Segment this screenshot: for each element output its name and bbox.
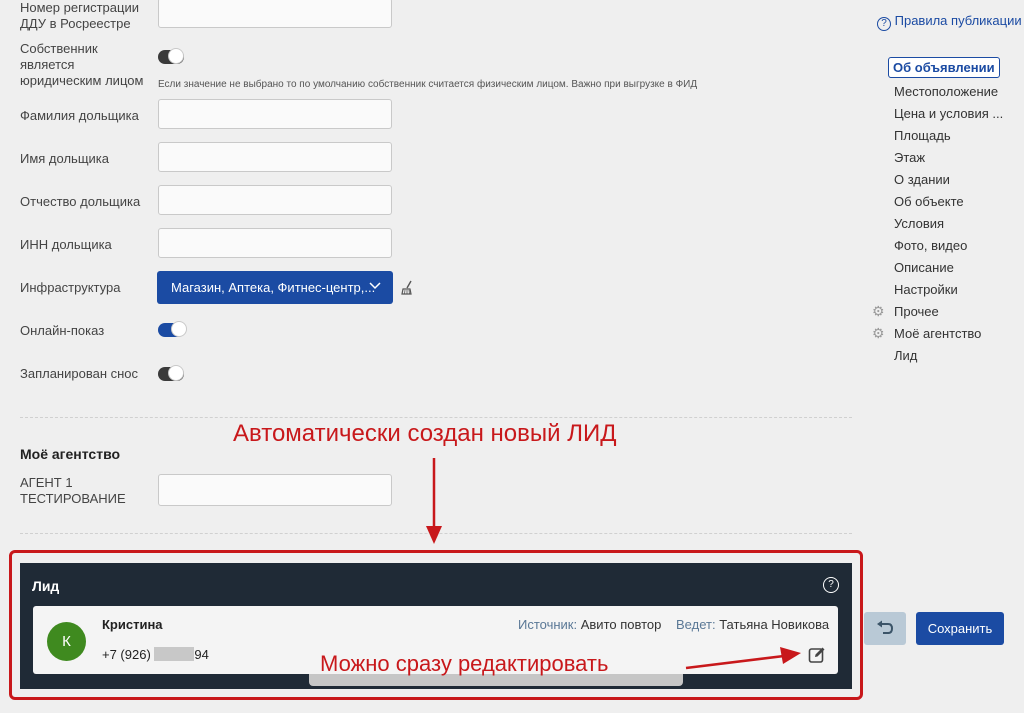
publish-rules-label: Правила публикации [894, 13, 1022, 28]
sidebar-item-settings[interactable]: Настройки [894, 282, 958, 297]
sidebar-item-location[interactable]: Местоположение [894, 84, 998, 99]
demolition-label: Запланирован снос [20, 366, 139, 381]
broom-clear-icon[interactable] [400, 280, 416, 301]
sidebar-item-floor[interactable]: Этаж [894, 150, 925, 165]
annotation-bottom: Можно сразу редактировать [320, 651, 609, 676]
lead-phone-suffix: 94 [194, 647, 209, 662]
surname-label: Фамилия дольщика [20, 108, 139, 123]
publish-rules-link[interactable]: ? Правила публикации [877, 13, 1022, 31]
inn-input[interactable] [158, 228, 392, 258]
lead-panel-title: Лид [32, 578, 60, 594]
phone-mask [154, 647, 195, 661]
sidebar-item-description[interactable]: Описание [894, 260, 954, 275]
ddu-input[interactable] [158, 0, 392, 28]
sidebar-item-lead[interactable]: Лид [894, 348, 917, 363]
lead-phone-prefix: +7 (926) [102, 647, 151, 662]
infra-select[interactable]: Магазин, Аптека, Фитнес-центр,... [157, 271, 393, 304]
lead-manager: Ведет: Татьяна Новикова [676, 617, 829, 632]
lead-manager-value: Татьяна Новикова [719, 617, 830, 632]
sidebar-item-media[interactable]: Фото, видео [894, 238, 967, 253]
patronymic-input[interactable] [158, 185, 392, 215]
inn-label: ИНН дольщика [20, 237, 112, 252]
ddu-label: Номер регистрации ДДУ в Росреестре [20, 0, 139, 31]
sidebar-item-conditions[interactable]: Условия [894, 216, 944, 231]
sidebar-item-label: Об объявлении [893, 60, 995, 75]
gear-icon: ⚙ [872, 303, 885, 319]
divider [20, 417, 852, 418]
infra-select-value: Магазин, Аптека, Фитнес-центр,... [171, 280, 376, 295]
edit-icon[interactable] [808, 646, 826, 669]
sidebar-item-area[interactable]: Площадь [894, 128, 951, 143]
save-button[interactable]: Сохранить [916, 612, 1004, 645]
agent-input[interactable] [158, 474, 392, 506]
lead-source-value: Авито повтор [580, 617, 662, 632]
name-label: Имя дольщика [20, 151, 109, 166]
sidebar-item-other[interactable]: Прочее [894, 304, 939, 319]
sidebar-item-about[interactable]: Об объявлении [888, 57, 1000, 78]
lead-manager-label: Ведет: [676, 617, 716, 632]
annotation-top: Автоматически создан новый ЛИД [233, 420, 617, 447]
sidebar-item-object[interactable]: Об объекте [894, 194, 964, 209]
agency-section-title: Моё агентство [20, 446, 121, 462]
arrow-right-icon [685, 647, 801, 670]
gear-icon: ⚙ [872, 325, 885, 341]
online-toggle[interactable] [158, 321, 187, 337]
undo-button[interactable] [864, 612, 906, 645]
lead-source-label: Источник: [518, 617, 578, 632]
lead-name: Кристина [102, 617, 163, 632]
help-icon[interactable]: ? [823, 577, 839, 593]
sidebar-item-building[interactable]: О здании [894, 172, 950, 187]
sidebar-item-price[interactable]: Цена и условия ... [894, 106, 1003, 121]
arrow-down-icon [426, 458, 442, 544]
surname-input[interactable] [158, 99, 392, 129]
name-input[interactable] [158, 142, 392, 172]
online-label: Онлайн-показ [20, 323, 105, 338]
sidebar-item-agency[interactable]: Моё агентство [894, 326, 981, 341]
demolition-toggle[interactable] [158, 365, 184, 381]
legal-owner-label: Собственник является юридическим лицом [20, 41, 144, 88]
chevron-down-icon [369, 278, 381, 295]
lead-source: Источник: Авито повтор [518, 617, 661, 632]
legal-owner-hint: Если значение не выбрано то по умолчанию… [158, 79, 698, 90]
help-icon: ? [877, 17, 891, 31]
patronymic-label: Отчество дольщика [20, 194, 141, 209]
undo-icon [876, 620, 894, 641]
agent-label: АГЕНТ 1 ТЕСТИРОВАНИЕ [20, 475, 126, 506]
infra-label: Инфраструктура [20, 280, 121, 295]
legal-owner-toggle[interactable] [158, 48, 184, 64]
lead-phone: +7 (926) 94 [102, 647, 209, 662]
avatar: К [47, 622, 86, 661]
